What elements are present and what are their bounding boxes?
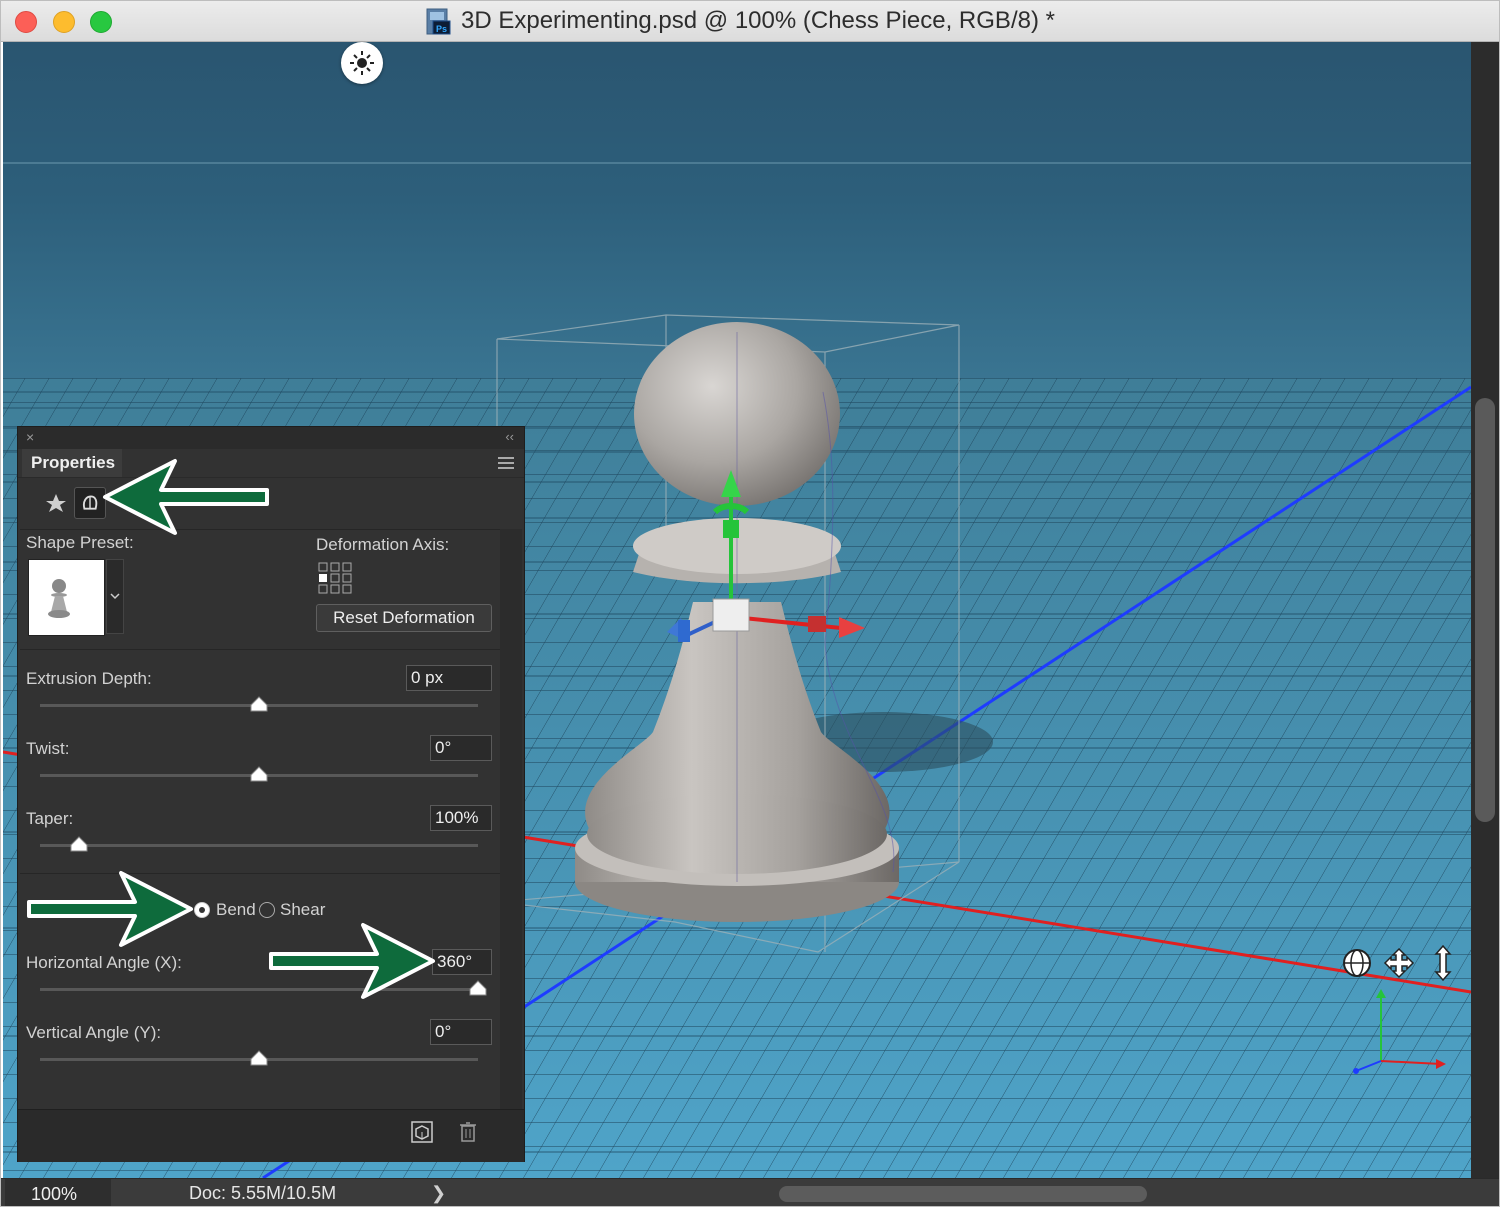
status-menu-arrow[interactable]: ❯	[431, 1183, 446, 1204]
extrusion-depth-input[interactable]: 0 px	[406, 665, 492, 691]
vertical-angle-label: Vertical Angle (Y):	[26, 1023, 162, 1042]
trash-icon[interactable]	[456, 1120, 480, 1144]
minimize-window-button[interactable]	[53, 11, 75, 33]
horizontal-angle-input[interactable]: 360°	[432, 949, 492, 975]
axis-orientation-widget	[1353, 989, 1446, 1074]
deformation-axis-label: Deformation Axis:	[316, 535, 450, 554]
twist-input[interactable]: 0°	[430, 735, 492, 761]
vertical-scrollbar[interactable]	[1475, 398, 1495, 822]
vertical-angle-input[interactable]: 0°	[430, 1019, 492, 1045]
annotation-arrow-right	[27, 871, 193, 947]
extrusion-depth-slider[interactable]	[40, 696, 478, 712]
panel-close-icon[interactable]: ×	[26, 429, 34, 445]
slider-thumb[interactable]	[250, 696, 268, 712]
chevron-down-icon	[110, 593, 120, 600]
status-bar: 100% Doc: 5.55M/10.5M ❯	[1, 1178, 1499, 1206]
taper-slider[interactable]	[40, 836, 478, 852]
twist-slider[interactable]	[40, 766, 478, 782]
panel-scroll-track[interactable]	[500, 529, 522, 1109]
horizontal-scrollbar[interactable]	[779, 1186, 1147, 1202]
section-divider	[20, 649, 500, 650]
svg-text:Ps: Ps	[436, 24, 447, 34]
sun-light-icon[interactable]	[341, 42, 383, 84]
extrusion-depth-label: Extrusion Depth:	[26, 669, 152, 688]
dolly-icon[interactable]	[1434, 944, 1452, 982]
bend-label: Bend	[216, 900, 256, 919]
shear-radio[interactable]	[259, 902, 275, 918]
taper-label: Taper:	[26, 809, 74, 828]
close-window-button[interactable]	[15, 11, 37, 33]
pan-icon[interactable]	[1383, 947, 1415, 979]
panel-topbar: × ‹‹	[18, 427, 524, 449]
doc-size-info: Doc: 5.55M/10.5M	[189, 1183, 337, 1203]
shear-label: Shear	[280, 900, 326, 919]
shape-preset-thumbnail[interactable]	[28, 559, 105, 636]
annotation-arrow-right	[269, 923, 435, 999]
render-icon[interactable]	[410, 1120, 434, 1144]
photoshop-window: Ps 3D Experimenting.psd @ 100% (Chess Pi…	[0, 0, 1500, 1207]
properties-panel: × ‹‹ Properties Shape Preset: Deformatio…	[17, 426, 525, 1162]
slider-thumb[interactable]	[70, 836, 88, 852]
orbit-icon[interactable]	[1343, 949, 1371, 977]
zoom-level-field[interactable]: 100%	[5, 1179, 111, 1206]
deformation-axis-grid[interactable]	[318, 562, 352, 594]
reset-deformation-button[interactable]: Reset Deformation	[316, 604, 492, 632]
window-title: 3D Experimenting.psd @ 100% (Chess Piece…	[461, 7, 1055, 34]
vertical-angle-slider[interactable]	[40, 1050, 478, 1066]
tab-divider	[18, 477, 524, 478]
pawn-preset-icon	[48, 579, 70, 618]
slider-thumb[interactable]	[250, 766, 268, 782]
ps-document-icon: Ps	[426, 8, 451, 35]
annotation-arrow-left	[103, 459, 269, 535]
slider-thumb[interactable]	[469, 980, 487, 996]
panel-collapse-icon[interactable]: ‹‹	[505, 429, 514, 444]
maximize-window-button[interactable]	[90, 11, 112, 33]
slider-thumb[interactable]	[250, 1050, 268, 1066]
mesh-icon[interactable]	[40, 487, 72, 519]
camera-nav-icons	[1343, 944, 1452, 982]
shape-preset-dropdown[interactable]	[106, 559, 124, 634]
taper-input[interactable]: 100%	[430, 805, 492, 831]
panel-menu-icon[interactable]	[498, 457, 514, 472]
title-bar: Ps 3D Experimenting.psd @ 100% (Chess Pi…	[1, 1, 1499, 42]
horizontal-angle-label: Horizontal Angle (X):	[26, 953, 182, 972]
twist-label: Twist:	[26, 739, 70, 758]
panel-footer	[18, 1109, 524, 1162]
bend-radio[interactable]	[194, 902, 210, 918]
